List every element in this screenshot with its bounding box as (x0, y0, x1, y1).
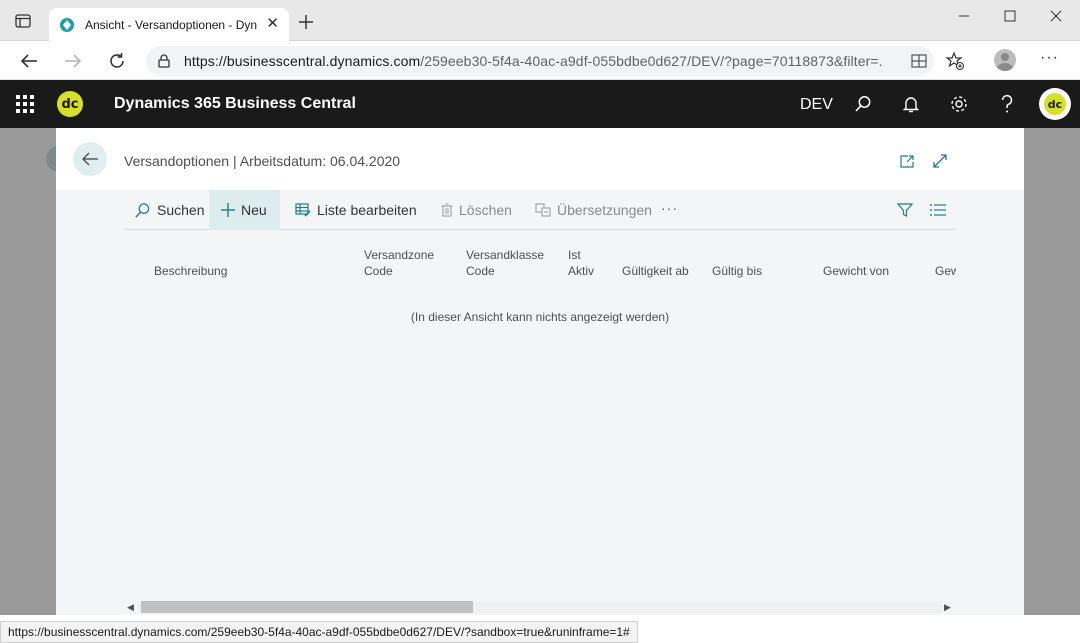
tab-close-icon[interactable]: ✕ (266, 16, 279, 32)
company-logo: dc (57, 91, 83, 117)
new-tab-icon[interactable] (296, 12, 316, 32)
new-button[interactable]: Neu (209, 190, 280, 230)
browser-tab-bar: Ansicht - Versandoptionen - Dyn ✕ (0, 0, 1080, 41)
delete-button-label: Löschen (459, 202, 512, 218)
expand-icon[interactable] (931, 152, 949, 170)
browser-address-bar: https://businesscentral.dynamics.com/259… (0, 41, 1080, 80)
gear-icon[interactable] (949, 94, 969, 114)
maximize-icon[interactable] (996, 6, 1024, 26)
page-title: Versandoptionen | Arbeitsdatum: 06.04.20… (124, 153, 401, 169)
new-button-label: Neu (241, 202, 267, 218)
filter-icon (897, 202, 913, 218)
scroll-left-icon[interactable]: ◀ (127, 602, 134, 613)
app-title: Dynamics 365 Business Central (114, 95, 356, 112)
forward-arrow-icon[interactable] (62, 50, 84, 72)
status-bar-url: https://businesscentral.dynamics.com/259… (0, 621, 638, 643)
environment-label[interactable]: DEV (800, 96, 833, 114)
url-field[interactable]: https://businesscentral.dynamics.com/259… (146, 46, 934, 76)
profile-avatar-icon[interactable] (994, 49, 1016, 71)
plus-icon (221, 203, 235, 217)
edit-list-button[interactable]: Liste bearbeiten (295, 190, 417, 230)
refresh-icon[interactable] (106, 50, 128, 72)
favorites-add-icon[interactable] (944, 50, 966, 72)
search-button-label: Suchen (157, 202, 205, 218)
tab-title: Ansicht - Versandoptionen - Dyn (85, 17, 258, 32)
user-avatar[interactable]: dc (1039, 88, 1071, 120)
lock-icon (158, 54, 170, 68)
list-page-dialog: Versandoptionen | Arbeitsdatum: 06.04.20… (56, 128, 1024, 615)
column-header-gueltig-bis[interactable]: Gültig bis (712, 247, 762, 279)
page-header: Versandoptionen | Arbeitsdatum: 06.04.20… (56, 128, 1024, 190)
action-bar: Suchen Neu Liste bearbeiten Löschen Über… (124, 190, 956, 230)
app-launcher-icon[interactable] (16, 95, 34, 113)
edit-list-icon (295, 203, 311, 217)
app-bar: dc Dynamics 365 Business Central DEV (0, 80, 1080, 128)
translations-button-label: Übersetzungen (557, 202, 652, 218)
open-new-window-icon[interactable] (898, 152, 916, 170)
bell-icon[interactable] (901, 94, 921, 114)
search-button[interactable]: Suchen (134, 190, 204, 230)
back-arrow-icon (82, 152, 98, 166)
delete-button[interactable]: Löschen (441, 190, 512, 230)
column-header-gewicht-von[interactable]: Gewicht von (823, 247, 889, 279)
scroll-right-icon[interactable]: ▶ (944, 602, 951, 613)
edit-list-button-label: Liste bearbeiten (317, 202, 417, 218)
scrollbar-thumb[interactable] (141, 601, 473, 613)
empty-list-message: (In dieser Ansicht kann nichts angezeigt… (410, 310, 670, 324)
list-view-icon (930, 204, 946, 216)
browser-menu-button[interactable]: ··· (1040, 49, 1059, 67)
close-window-icon[interactable] (1042, 6, 1070, 26)
column-header-gueltigkeit-ab[interactable]: Gültigkeit ab (622, 247, 689, 279)
dynamics-favicon-icon (60, 17, 74, 32)
translations-icon (535, 203, 551, 217)
translations-button[interactable]: Übersetzungen (535, 190, 652, 230)
search-icon[interactable] (853, 94, 873, 114)
column-header-ist-aktiv[interactable]: Ist Aktiv (568, 247, 594, 279)
column-header-versandzone-code[interactable]: Versandzone Code (364, 247, 434, 279)
filter-pane-button[interactable] (897, 190, 919, 230)
url-text: https://businesscentral.dynamics.com/259… (184, 53, 884, 69)
back-arrow-icon[interactable] (18, 50, 40, 72)
column-header-gewicht-bis[interactable]: Gew (935, 247, 956, 279)
more-actions-button[interactable]: ··· (661, 200, 678, 216)
minimize-icon[interactable] (950, 6, 978, 26)
trash-icon (441, 203, 453, 217)
horizontal-scrollbar[interactable]: ◀ ▶ (124, 600, 956, 614)
column-header-beschreibung[interactable]: Beschreibung (154, 247, 227, 279)
user-avatar-logo: dc (1044, 93, 1066, 115)
help-icon[interactable] (997, 94, 1017, 114)
search-icon (134, 202, 151, 219)
column-header-versandklasse-code[interactable]: Versandklasse Code (466, 247, 544, 279)
browser-tab[interactable]: Ansicht - Versandoptionen - Dyn ✕ (49, 8, 289, 41)
back-button[interactable] (73, 142, 107, 176)
list-view-button[interactable] (930, 190, 952, 230)
tab-actions-icon[interactable] (12, 11, 34, 31)
reading-mode-icon[interactable] (908, 50, 930, 72)
